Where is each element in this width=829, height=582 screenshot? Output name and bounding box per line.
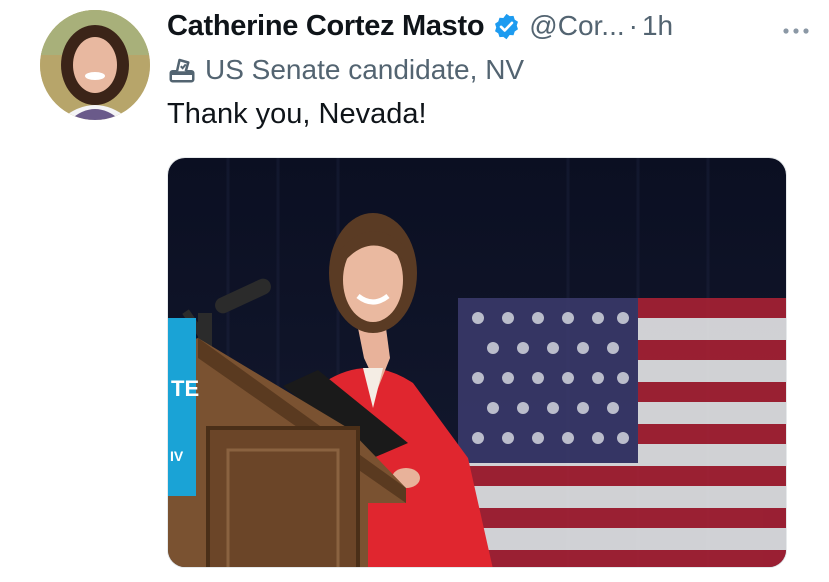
- tweet-photo[interactable]: TE IV: [167, 157, 787, 568]
- author-avatar[interactable]: [40, 10, 150, 120]
- candidate-label[interactable]: US Senate candidate, NV: [167, 52, 524, 88]
- label-text: US Senate candidate, NV: [205, 54, 525, 85]
- author-handle[interactable]: @Cor...: [529, 10, 624, 42]
- podium-sign-text-2: IV: [170, 448, 184, 464]
- flag-background: [458, 298, 786, 567]
- tweet-text: Thank you, Nevada!: [167, 98, 427, 130]
- author-name[interactable]: Catherine Cortez Masto: [167, 10, 485, 43]
- separator-dot: ·: [628, 10, 638, 41]
- podium-sign-text: TE: [171, 376, 199, 401]
- tweet-timestamp[interactable]: 1h: [642, 10, 673, 42]
- ballot-box-icon: [167, 55, 197, 85]
- more-options-icon[interactable]: [781, 12, 811, 43]
- verified-badge-icon: [492, 12, 521, 41]
- tweet-header: Catherine Cortez Masto @Cor... · 1h: [167, 6, 809, 46]
